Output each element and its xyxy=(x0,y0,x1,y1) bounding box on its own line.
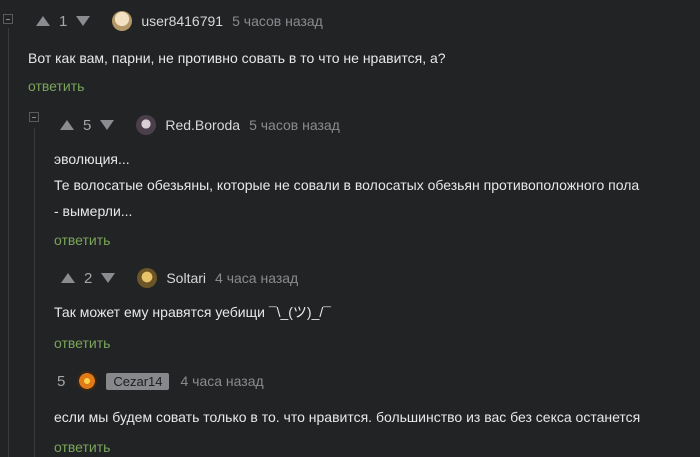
comment-header: 1 user8416791 5 часов назад xyxy=(36,6,700,36)
comment-text-line: Так может ему нравятся уебищи ¯\_(ツ)_/¯ xyxy=(54,304,331,320)
comment-score: 5 xyxy=(57,372,66,390)
comment: 5 Cezar14 4 часа назад если мы будем сов… xyxy=(50,363,700,455)
comment-text-line: эволюция... xyxy=(54,151,130,167)
timestamp[interactable]: 4 часа назад xyxy=(215,270,298,286)
comment-score: 2 xyxy=(84,269,93,287)
comment-text-line: если мы будем совать только в то. что нр… xyxy=(54,409,641,425)
avatar[interactable] xyxy=(137,268,158,288)
comment: 1 user8416791 5 часов назад Вот как вам,… xyxy=(0,0,700,94)
comment: 5 Red.Boroda 5 часов назад эволюция... Т… xyxy=(24,104,700,248)
comment-header: 5 Red.Boroda 5 часов назад xyxy=(60,110,700,140)
reply-link[interactable]: ответить xyxy=(54,232,110,248)
comment-text: если мы будем совать только в то. что нр… xyxy=(54,404,640,430)
vote-controls: 2 xyxy=(61,269,116,287)
comment-header: 2 Soltari 4 часа назад xyxy=(61,263,700,293)
upvote-icon[interactable] xyxy=(36,16,50,26)
comment-header: 5 Cezar14 4 часа назад xyxy=(57,366,700,396)
comment: 2 Soltari 4 часа назад Так может ему нра… xyxy=(50,260,700,351)
reply-link[interactable]: ответить xyxy=(54,335,110,351)
comment-score: 1 xyxy=(59,12,68,30)
comment-text: Так может ему нравятся уебищи ¯\_(ツ)_/¯ xyxy=(54,299,331,325)
avatar[interactable] xyxy=(112,11,133,31)
username[interactable]: Cezar14 xyxy=(106,372,170,390)
comment-text-line: - вымерли... xyxy=(54,203,133,219)
thread-line-root xyxy=(8,28,9,457)
timestamp[interactable]: 5 часов назад xyxy=(249,117,340,133)
reply-link[interactable]: ответить xyxy=(54,439,110,455)
upvote-icon[interactable] xyxy=(60,120,74,130)
comment-text-line: Вот как вам, парни, не противно совать в… xyxy=(28,50,446,66)
reply-link[interactable]: ответить xyxy=(28,78,84,94)
downvote-icon[interactable] xyxy=(101,273,116,283)
downvote-icon[interactable] xyxy=(76,16,91,26)
avatar[interactable] xyxy=(136,115,157,135)
username[interactable]: user8416791 xyxy=(141,13,223,29)
username[interactable]: Soltari xyxy=(166,270,206,286)
thread-line-nested xyxy=(34,128,35,457)
comment-score: 5 xyxy=(83,116,92,134)
avatar[interactable] xyxy=(77,371,98,391)
username[interactable]: Red.Boroda xyxy=(165,117,240,133)
comment-text: эволюция... Те волосатые обезьяны, котор… xyxy=(54,146,639,224)
upvote-icon[interactable] xyxy=(61,273,75,283)
timestamp[interactable]: 4 часа назад xyxy=(180,373,263,389)
timestamp[interactable]: 5 часов назад xyxy=(232,13,323,29)
vote-controls: 5 xyxy=(60,116,115,134)
comment-text-line: Те волосатые обезьяны, которые не совали… xyxy=(54,177,640,193)
comment-text: Вот как вам, парни, не противно совать в… xyxy=(28,45,446,71)
vote-controls: 1 xyxy=(36,12,91,30)
downvote-icon[interactable] xyxy=(100,120,115,130)
